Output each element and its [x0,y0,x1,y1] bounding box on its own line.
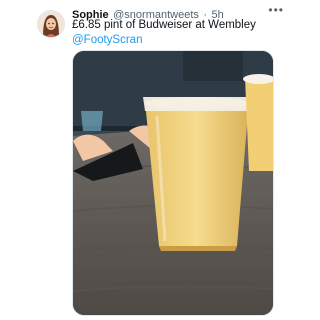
more-horizontal-icon[interactable]: ••• [268,3,284,17]
tweet-text: £6.85 pint of Budweiser at Wembley @Foot… [72,18,256,48]
tweet-body: £6.85 pint of Budweiser at Wembley [72,19,256,31]
pint-photo [73,51,273,315]
avatar[interactable] [37,10,65,38]
mention-link[interactable]: @FootyScran [72,33,256,48]
avatar-illustration [38,11,64,37]
tweet-photo[interactable] [72,50,274,316]
